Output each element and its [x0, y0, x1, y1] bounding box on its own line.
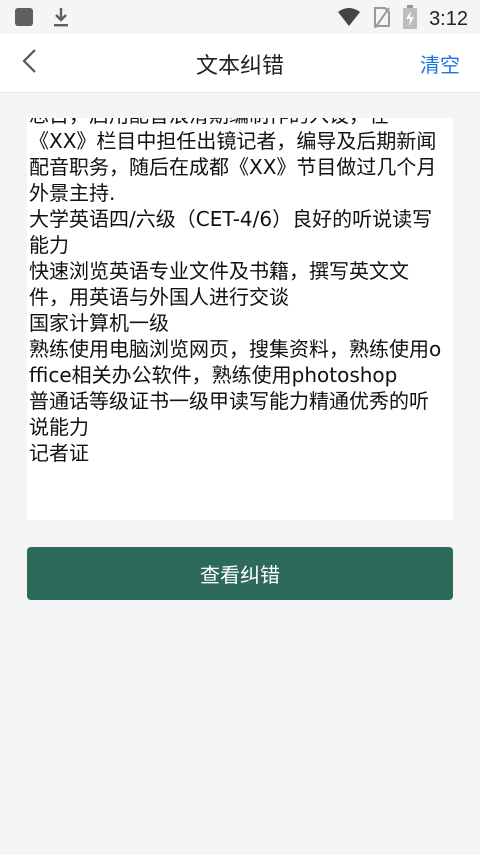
wifi-icon [337, 7, 361, 31]
text-content[interactable]: 忘目，启用配音浪滑期编制作的入设，在 《XX》栏目中担任出镜记者，编导及后期新闻… [29, 118, 447, 466]
battery-charging-icon [403, 5, 418, 33]
app-square-icon [14, 7, 34, 31]
page-title: 文本纠错 [195, 54, 284, 79]
clear-button[interactable]: 清空 [420, 49, 460, 78]
check-correction-button[interactable]: 查看纠错 [27, 547, 453, 600]
no-sim-icon [373, 6, 391, 32]
text-input-area[interactable]: 忘目，启用配音浪滑期编制作的入设，在 《XX》栏目中担任出镜记者，编导及后期新闻… [27, 118, 453, 520]
nav-bar: 文本纠错 清空 [0, 34, 480, 93]
download-icon [52, 6, 70, 32]
status-time: 3:12 [429, 7, 468, 30]
status-bar: 3:12 [0, 0, 480, 34]
